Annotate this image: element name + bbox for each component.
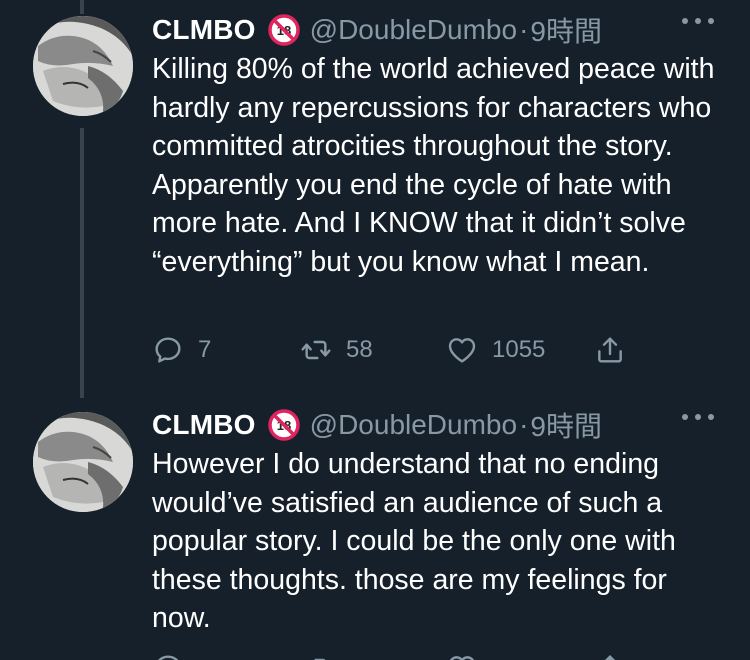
handle[interactable]: @DoubleDumbo [310,409,517,441]
tweet-actions: 7 58 1055 [152,332,652,368]
retweet-button[interactable]: 58 [300,332,373,368]
timestamp[interactable]: 9時間 [530,10,602,50]
share-icon [598,337,622,363]
display-name[interactable]: CLMBO [152,409,256,441]
avatar[interactable] [33,16,133,116]
display-name[interactable]: CLMBO [152,14,256,46]
avatar[interactable] [33,412,133,512]
retweet-button[interactable] [300,652,332,660]
tweet-header: CLMBO 18 @DoubleDumbo · 9時間 [152,12,602,48]
separator: · [519,409,529,440]
timestamp[interactable]: 9時間 [530,405,602,445]
avatar-image [33,16,133,116]
tweet[interactable]: CLMBO 18 @DoubleDumbo · 9時間 However I do… [0,398,750,660]
no-under-18-icon: 18 [267,14,300,46]
reply-button[interactable]: 7 [152,332,211,368]
like-button[interactable]: 1055 [446,332,545,368]
reply-icon [158,655,179,660]
like-count: 1055 [492,336,546,363]
retweet-icon [314,658,326,660]
no-under-18-icon: 18 [267,409,300,441]
heart-icon [448,338,476,363]
tweet-header: CLMBO 18 @DoubleDumbo · 9時間 [152,407,602,443]
tweet-actions [152,652,652,660]
share-button[interactable] [594,332,626,368]
retweet-icon [301,340,331,360]
separator: · [519,14,529,45]
tweet-text: However I do understand that no ending w… [152,448,684,635]
tweet[interactable]: CLMBO 18 @DoubleDumbo · 9時間 Killing 80% … [0,0,750,400]
handle[interactable]: @DoubleDumbo [310,14,517,46]
more-options-icon[interactable] [682,16,714,26]
tweet-text: Killing 80% of the world achieved peace … [152,53,723,278]
share-icon [604,654,616,660]
more-options-icon[interactable] [682,412,714,422]
reply-count: 7 [198,336,212,363]
reply-button[interactable] [152,652,184,660]
like-button[interactable] [446,652,478,660]
retweet-count: 58 [346,336,373,363]
heart-icon [449,656,475,660]
reply-icon [155,337,181,363]
avatar-image [33,412,133,512]
share-button[interactable] [594,652,626,660]
